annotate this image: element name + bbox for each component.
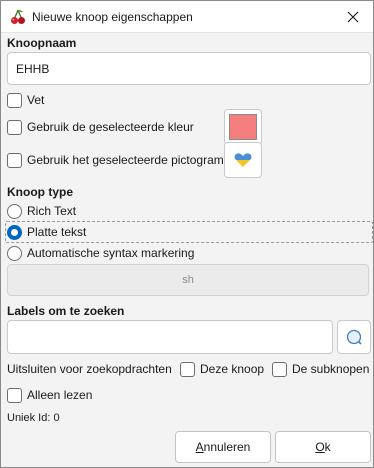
exclude-subnodes-label: De subknopen [292, 362, 370, 376]
close-icon [347, 11, 359, 22]
window-title: Nieuwe knoop eigenschappen [32, 10, 193, 24]
rich-text-label: Rich Text [27, 204, 77, 218]
exclude-this-node-checkbox[interactable] [180, 361, 195, 377]
use-icon-option[interactable]: Gebruik het geselecteerde pictogram [7, 151, 224, 169]
labels-heading: Labels om te zoeken [7, 304, 125, 318]
cherry-icon [11, 9, 25, 24]
exclude-this-node-option[interactable]: Deze knoop [180, 360, 264, 378]
heart-icon [234, 153, 252, 168]
node-name-value: EHHB [16, 61, 50, 76]
use-icon-checkbox[interactable] [7, 152, 22, 168]
rich-text-radio[interactable] [7, 203, 22, 219]
node-name-heading: Knoopnaam [7, 36, 77, 50]
unique-id-text: Uniek Id: 0 [7, 412, 60, 424]
close-button[interactable] [333, 1, 373, 32]
plain-text-radio[interactable] [7, 224, 22, 240]
ok-button[interactable]: Ok [275, 431, 371, 463]
syntax-language-value: sh [182, 274, 194, 286]
title-bar: Nieuwe knoop eigenschappen [1, 1, 373, 33]
type-option-syntax[interactable]: Automatische syntax markering [7, 244, 194, 262]
syntax-radio[interactable] [7, 245, 22, 261]
node-name-input[interactable]: EHHB [7, 52, 371, 85]
cancel-button[interactable]: Annuleren [175, 431, 271, 463]
use-color-checkbox[interactable] [7, 119, 22, 135]
type-option-plain-text[interactable]: Platte tekst [7, 223, 86, 241]
syntax-language-select[interactable]: sh [7, 264, 369, 296]
exclude-this-node-label: Deze knoop [200, 362, 265, 376]
labels-input[interactable] [7, 320, 333, 354]
node-type-heading: Knoop type [7, 185, 73, 199]
node-properties-dialog: Nieuwe knoop eigenschappen Knoopnaam EHH… [0, 0, 374, 468]
syntax-label: Automatische syntax markering [27, 246, 195, 260]
bold-option[interactable]: Vet [7, 91, 44, 109]
bold-checkbox[interactable] [7, 92, 22, 108]
search-labels-button[interactable] [337, 320, 371, 354]
color-swatch [229, 114, 257, 140]
exclude-subnodes-option[interactable]: De subknopen [272, 360, 369, 378]
exclude-label: Uitsluiten voor zoekopdrachten [7, 362, 172, 376]
cancel-button-label: Annuleren [195, 440, 251, 454]
readonly-label: Alleen lezen [27, 388, 93, 402]
type-option-rich-text[interactable]: Rich Text [7, 202, 76, 220]
use-color-option[interactable]: Gebruik de geselecteerde kleur [7, 118, 194, 136]
ok-button-label: Ok [315, 440, 331, 454]
exclude-subnodes-checkbox[interactable] [272, 361, 287, 377]
color-picker-button[interactable] [224, 109, 262, 145]
readonly-checkbox[interactable] [7, 387, 22, 403]
readonly-option[interactable]: Alleen lezen [7, 386, 92, 404]
icon-picker-button[interactable] [224, 142, 262, 178]
bold-label: Vet [27, 93, 45, 107]
use-color-label: Gebruik de geselecteerde kleur [27, 120, 194, 134]
use-icon-label: Gebruik het geselecteerde pictogram [27, 153, 224, 167]
plain-text-label: Platte tekst [27, 225, 87, 239]
search-icon [346, 329, 362, 345]
